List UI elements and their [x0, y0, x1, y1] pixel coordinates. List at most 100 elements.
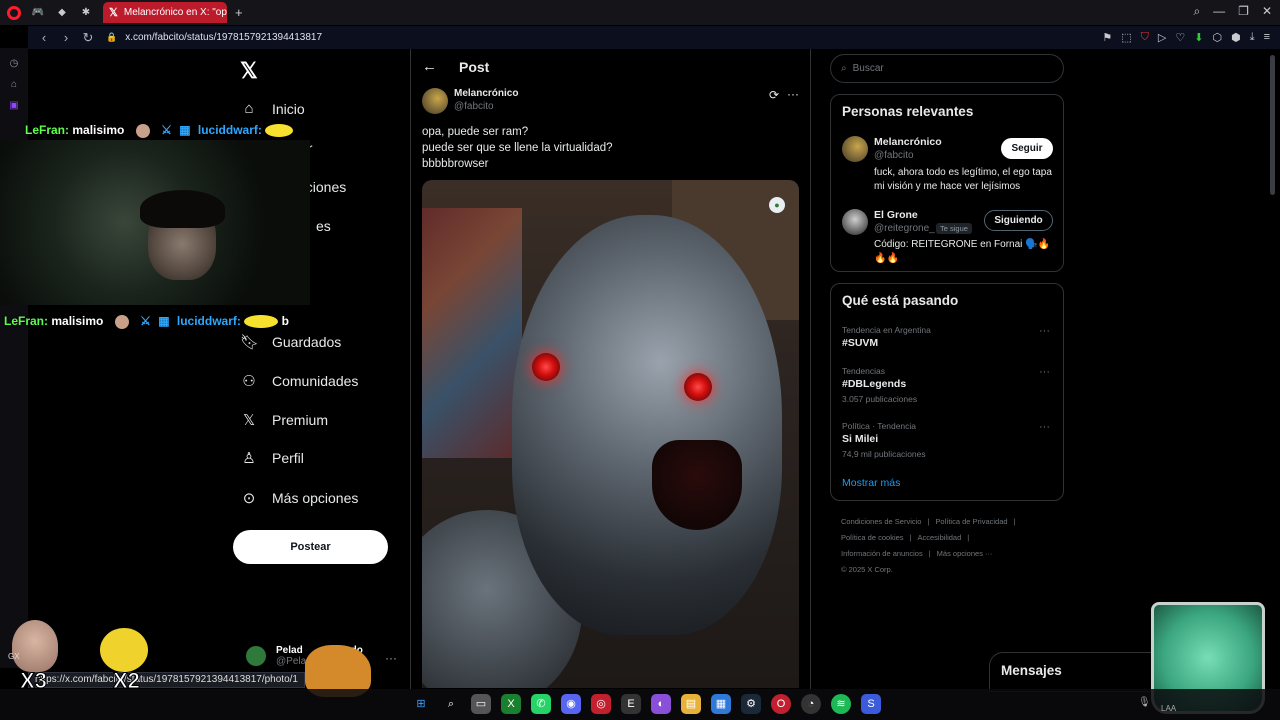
follows-you-badge: Te sigue [936, 223, 972, 234]
opera-logo-icon[interactable] [7, 5, 21, 20]
pinned-tab-game-icon[interactable]: 🎮 [31, 6, 45, 20]
discord-icon[interactable]: ◉ [561, 694, 581, 714]
badge-icon: ▦ [158, 314, 170, 328]
play-icon[interactable]: ▷ [1158, 31, 1166, 44]
footer-separator: | [928, 549, 931, 558]
close-window-icon[interactable]: ✕ [1262, 4, 1272, 19]
trend-name[interactable]: #DBLegends [842, 378, 906, 390]
person-bio: fuck, ahora todo es legítimo, el ego tap… [874, 167, 1052, 192]
microphone-icon[interactable]: 🎙︎ [1138, 697, 1151, 708]
url-field[interactable]: x.com/fabcito/status/1978157921394413817 [125, 32, 322, 43]
avatar[interactable] [842, 209, 868, 235]
footer-link[interactable]: Condiciones de Servicio [841, 517, 921, 526]
nav-profile[interactable]: ♙ Perfil [240, 449, 304, 467]
menu-icon[interactable]: ≡ [1264, 31, 1270, 44]
trend-more-icon[interactable]: ··· [1039, 325, 1050, 337]
nav-home[interactable]: ⌂ Inicio [240, 100, 304, 117]
nav-label: Más opciones [272, 490, 359, 506]
card-title: Personas relevantes [842, 104, 974, 119]
following-button[interactable]: Siguiendo [984, 210, 1053, 231]
bookmark-add-icon[interactable]: ⚑ [1102, 31, 1112, 44]
post-image[interactable]: ● [422, 180, 799, 688]
footer-link[interactable]: Accesibilidad [918, 533, 962, 542]
avatar[interactable] [842, 136, 868, 162]
nav-premium[interactable]: 𝕏 Premium [240, 411, 328, 429]
sidebar-speed-icon[interactable]: ◷ [0, 58, 28, 69]
app-blue-icon[interactable]: S [861, 694, 881, 714]
downloads-icon[interactable]: ⤓ [1250, 31, 1255, 44]
image-badge-icon[interactable]: ● [769, 197, 785, 213]
nav-label: Premium [272, 412, 329, 428]
download-ext-icon[interactable]: ⬇ [1194, 31, 1203, 44]
file-explorer-icon[interactable]: ▤ [681, 694, 701, 714]
spotify-icon[interactable]: ≋ [831, 694, 851, 714]
footer-link[interactable]: Información de anuncios [841, 549, 923, 558]
grok-icon[interactable]: ⟳ [769, 88, 779, 102]
author-avatar[interactable] [422, 88, 448, 114]
trend-name[interactable]: Si Milei [842, 433, 878, 445]
extensions-icon[interactable]: ⬡ [1212, 31, 1222, 44]
nav-label: Guardados [272, 334, 342, 350]
shield-icon[interactable]: ⛉ [1141, 31, 1149, 44]
footer-link[interactable]: Política de cookies [841, 533, 904, 542]
search-box[interactable]: ⌕ [830, 54, 1064, 83]
card-title: Qué está pasando [842, 293, 959, 308]
trend-name[interactable]: #SUVM [842, 337, 878, 349]
notifications-icon[interactable]: ⬢ [1231, 31, 1241, 44]
sidebar-flow-icon[interactable]: ⌂ [0, 79, 28, 90]
language-indicator[interactable]: LAA [1161, 704, 1176, 713]
restore-icon[interactable]: ❐ [1238, 4, 1249, 19]
nav-messages-partial[interactable]: es [316, 218, 331, 234]
follow-button[interactable]: Seguir [1001, 138, 1053, 159]
show-more-link[interactable]: Mostrar más [842, 477, 900, 489]
new-tab-button[interactable]: + [235, 5, 243, 20]
back-arrow-icon[interactable]: ← [422, 58, 437, 75]
person-name[interactable]: Melancrónico [874, 136, 942, 148]
trend-more-icon[interactable]: ··· [1039, 421, 1050, 433]
page-scrollbar[interactable] [1270, 55, 1275, 195]
person-handle[interactable]: @fabcito [874, 150, 914, 161]
search-input[interactable] [852, 63, 1033, 74]
x-logo-icon[interactable]: 𝕏 [240, 58, 258, 84]
search-icon[interactable]: ⌕ [441, 694, 461, 714]
post-more-icon[interactable]: ··· [787, 87, 799, 101]
nav-more-options[interactable]: ⊙ Más opciones [240, 489, 359, 507]
home-icon: ⌂ [244, 100, 254, 117]
person-handle[interactable]: @reitegrone_ [874, 223, 935, 234]
person-name[interactable]: El Grone [874, 209, 918, 221]
epic-games-icon[interactable]: E [621, 694, 641, 714]
nav-communities[interactable]: ⚇ Comunidades [240, 372, 358, 390]
author-handle[interactable]: @fabcito [454, 101, 494, 112]
windows-start-icon[interactable]: ⊞ [411, 694, 431, 714]
emote-icon [265, 124, 294, 138]
account-more-icon[interactable]: ··· [385, 651, 397, 665]
nav-bookmarks[interactable]: 🔖︎ Guardados [240, 333, 341, 351]
screenshot-icon[interactable]: ⬚ [1121, 31, 1131, 44]
minimize-icon[interactable]: — [1213, 4, 1225, 19]
author-name[interactable]: Melancrónico [454, 88, 518, 99]
heart-icon[interactable]: ♡ [1175, 31, 1185, 44]
obs-icon[interactable]: ◔ [801, 694, 821, 714]
search-tabs-icon[interactable]: ⌕ [1193, 4, 1200, 19]
reload-icon[interactable]: ↻ [82, 30, 94, 46]
store-icon[interactable]: ▦ [711, 694, 731, 714]
whatsapp-icon[interactable]: ✆ [531, 694, 551, 714]
graffiti-wall [422, 208, 522, 458]
xbox-icon[interactable]: X [501, 694, 521, 714]
post-button[interactable]: Postear [233, 530, 388, 564]
app-red-icon[interactable]: ◎ [591, 694, 611, 714]
app-purple-icon[interactable]: ◐ [651, 694, 671, 714]
active-tab[interactable]: 𝕏 Melancrónico en X: "opa, ✕ [103, 2, 227, 23]
sidebar-twitch-icon[interactable]: ▣ [0, 100, 28, 111]
pinned-tab-puzzle-icon[interactable]: ✱ [79, 6, 93, 20]
footer-link[interactable]: Política de Privacidad [935, 517, 1007, 526]
steam-icon[interactable]: ⚙ [741, 694, 761, 714]
back-icon[interactable]: ‹ [38, 30, 50, 45]
pinned-tab-diamond-icon[interactable]: ◆ [55, 6, 69, 20]
forward-icon[interactable]: › [60, 30, 72, 45]
opera-gx-icon[interactable]: O [771, 694, 791, 714]
task-view-icon[interactable]: ▭ [471, 694, 491, 714]
footer-link[interactable]: Más opciones ··· [937, 549, 993, 558]
trend-more-icon[interactable]: ··· [1039, 366, 1050, 378]
lock-icon[interactable]: 🔒 [106, 32, 117, 43]
